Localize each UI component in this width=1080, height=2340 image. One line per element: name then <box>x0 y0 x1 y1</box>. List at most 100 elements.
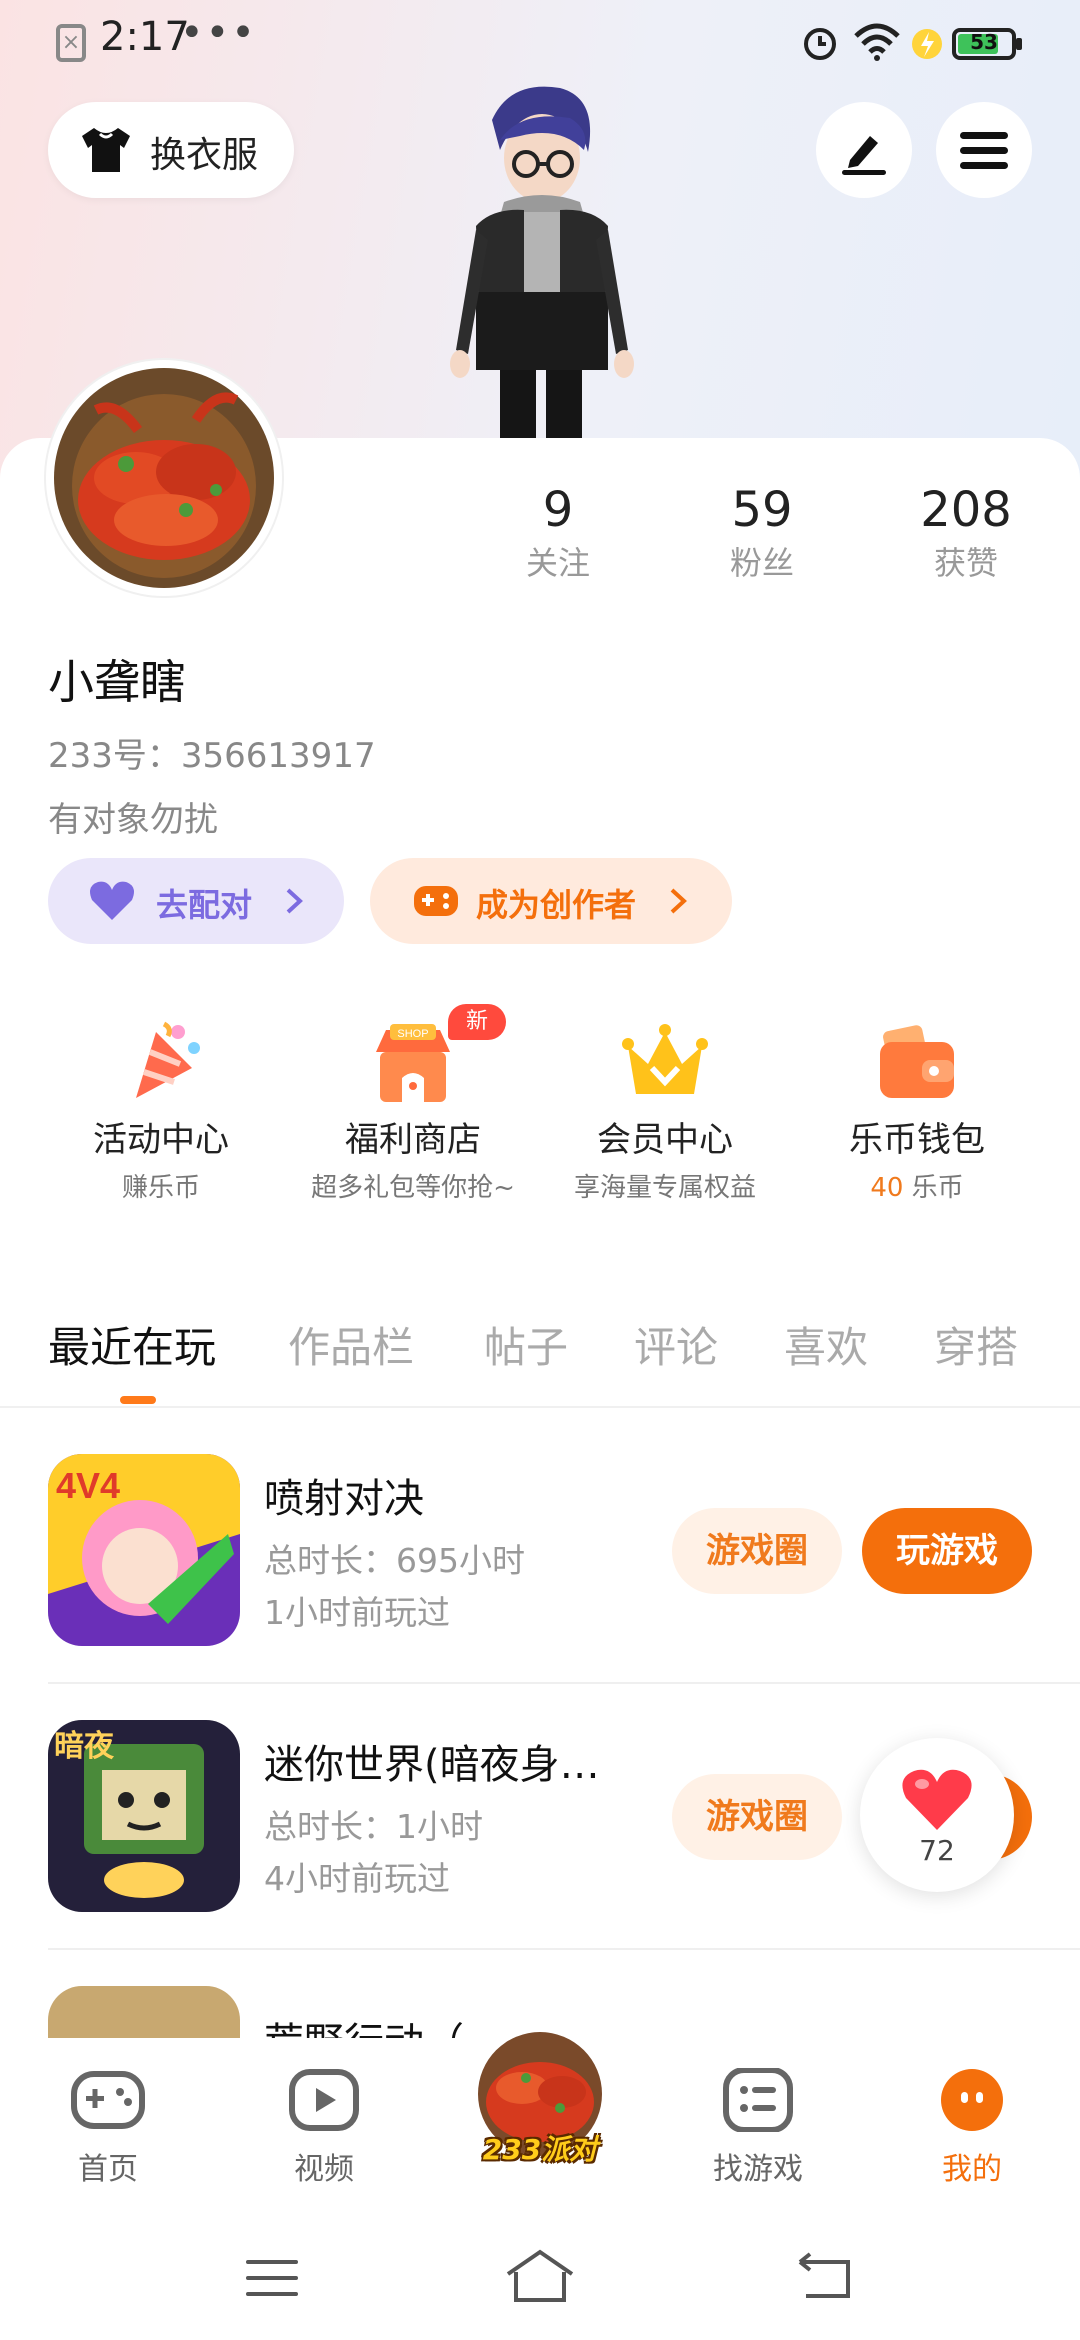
stat-followers-value: 59 <box>731 482 793 538</box>
stat-likes[interactable]: 208 获赞 <box>886 482 1046 584</box>
profile-name: 小聋瞎 <box>48 655 186 709</box>
nav-mine-label: 我的 <box>942 2152 1002 2187</box>
entry-wallet-title: 乐币钱包 <box>849 1120 985 1160</box>
entry-member-center[interactable]: 会员中心 享海量专属权益 <box>540 1018 790 1204</box>
charging-icon <box>912 29 942 59</box>
crown-icon <box>622 1024 708 1094</box>
game-circle-button[interactable]: 游戏圈 <box>672 1508 842 1594</box>
entry-member-sub: 享海量专属权益 <box>573 1173 756 1203</box>
avatar[interactable] <box>46 360 282 596</box>
chevron-right-icon <box>670 888 687 914</box>
chevron-right-icon <box>286 888 303 914</box>
nav-video-label: 视频 <box>294 2152 354 2187</box>
home-icon[interactable] <box>504 2248 576 2304</box>
entry-member-title: 会员中心 <box>597 1120 733 1160</box>
bottom-nav: 首页 视频 233派对 找游戏 我的 <box>0 1992 1080 2218</box>
wallet-icon <box>880 1025 954 1098</box>
avatar-3d-figure[interactable] <box>420 80 660 440</box>
entry-activity-title: 活动中心 <box>93 1120 229 1160</box>
video-play-icon <box>289 2069 359 2131</box>
wallet-balance: 40 <box>870 1173 904 1203</box>
tab-posts[interactable]: 帖子 <box>484 1314 568 1375</box>
like-bubble[interactable]: 72 <box>860 1738 1014 1892</box>
tshirt-icon <box>82 128 130 172</box>
new-badge: 新 <box>448 1004 506 1040</box>
recent-apps-icon[interactable] <box>244 2256 300 2300</box>
status-more-dots: ••• <box>180 10 257 56</box>
no-sim-icon: × <box>56 24 86 62</box>
status-bar: × 2:17 ••• 53 <box>0 0 1080 90</box>
status-time: 2:17 <box>100 14 190 60</box>
game-last-played: 4小时前玩过 <box>264 1859 450 1898</box>
entry-welfare-shop[interactable]: SHOP 福利商店 超多礼包等你抢~ <box>288 1018 538 1204</box>
like-count: 72 <box>919 1834 955 1867</box>
become-creator-label: 成为创作者 <box>476 886 637 924</box>
game-duration: 总时长：1小时 <box>264 1807 483 1846</box>
tab-comments[interactable]: 评论 <box>634 1314 718 1375</box>
nav-find-games-label: 找游戏 <box>713 2152 803 2187</box>
match-label: 去配对 <box>156 886 253 924</box>
wifi-icon <box>854 23 900 61</box>
tab-likes[interactable]: 喜欢 <box>784 1314 868 1375</box>
become-creator-button[interactable]: 成为创作者 <box>370 858 732 944</box>
nav-home-label: 首页 <box>78 2152 138 2187</box>
edit-pen-icon <box>842 136 886 175</box>
entry-shop-sub: 超多礼包等你抢~ <box>311 1173 515 1203</box>
battery-level: 53 <box>970 30 998 54</box>
game-icon-image: 4V4 <box>48 1454 240 1646</box>
gamepad-icon <box>414 886 458 916</box>
battery-icon: 53 <box>952 28 1016 60</box>
menu-button[interactable] <box>936 102 1032 198</box>
shop-icon: SHOP <box>376 1024 450 1102</box>
stat-followers[interactable]: 59 粉丝 <box>682 482 842 584</box>
mine-face-icon <box>941 2069 1003 2131</box>
list-icon <box>723 2067 793 2133</box>
tab-works[interactable]: 作品栏 <box>288 1314 414 1375</box>
game-icon-image: 暗夜 <box>48 1720 240 1912</box>
nav-find-games[interactable]: 找游戏 <box>678 2067 838 2188</box>
stat-following-label: 关注 <box>525 544 590 582</box>
profile-bio: 有对象勿扰 <box>48 800 218 840</box>
play-game-button[interactable]: 玩游戏 <box>862 1508 1032 1594</box>
match-button[interactable]: 去配对 <box>48 858 344 944</box>
system-nav-bar <box>0 2218 1080 2340</box>
heart-icon <box>902 1769 972 1830</box>
stat-likes-value: 208 <box>920 482 1012 538</box>
game-name: 喷射对决 <box>264 1476 424 1522</box>
profile-tabs: 最近在玩 作品栏 帖子 评论 喜欢 穿搭 <box>0 1272 1080 1408</box>
nav-home[interactable]: 首页 <box>28 2068 188 2188</box>
svg-text:暗夜: 暗夜 <box>54 1729 115 1763</box>
back-icon[interactable] <box>796 2252 852 2302</box>
alarm-icon <box>804 28 836 60</box>
heart-icon <box>90 881 134 920</box>
tab-recent-played[interactable]: 最近在玩 <box>48 1314 216 1375</box>
hamburger-menu-icon <box>960 132 1008 169</box>
party-popper-icon <box>136 1021 200 1098</box>
svg-text:4V4: 4V4 <box>56 1465 120 1506</box>
change-outfit-button[interactable]: 换衣服 <box>48 102 294 198</box>
wallet-unit: 乐币 <box>911 1173 964 1203</box>
game-duration: 总时长：695小时 <box>264 1541 525 1580</box>
entry-activity-center[interactable]: 活动中心 赚乐币 <box>36 1018 286 1204</box>
stat-following-value: 9 <box>542 482 574 538</box>
tab-outfits[interactable]: 穿搭 <box>934 1314 1018 1375</box>
nav-party-label: 233派对 <box>482 2133 598 2166</box>
entry-activity-sub: 赚乐币 <box>121 1173 200 1203</box>
stat-following[interactable]: 9 关注 <box>478 482 638 584</box>
stat-followers-label: 粉丝 <box>729 544 794 582</box>
change-outfit-label: 换衣服 <box>150 135 259 176</box>
list-item[interactable]: 4V4 喷射对决 总时长：695小时 1小时前玩过 游戏圈 玩游戏 <box>0 1418 1080 1684</box>
nav-video[interactable]: 视频 <box>244 2068 404 2188</box>
game-name: 迷你世界(暗夜身… <box>264 1742 600 1788</box>
edit-profile-button[interactable] <box>816 102 912 198</box>
entry-shop-title: 福利商店 <box>345 1120 481 1160</box>
gamepad-icon <box>71 2071 145 2129</box>
stat-likes-label: 获赞 <box>933 544 998 582</box>
game-circle-button[interactable]: 游戏圈 <box>672 1774 842 1860</box>
entry-coin-wallet[interactable]: 乐币钱包 40 乐币 <box>792 1018 1042 1204</box>
nav-party[interactable]: 233派对 <box>466 2028 614 2176</box>
profile-uid: 233号：356613917 <box>48 736 376 776</box>
tab-indicator <box>120 1396 156 1404</box>
nav-mine[interactable]: 我的 <box>892 2068 1052 2188</box>
entry-wallet-sub: 40 乐币 <box>792 1167 1042 1204</box>
